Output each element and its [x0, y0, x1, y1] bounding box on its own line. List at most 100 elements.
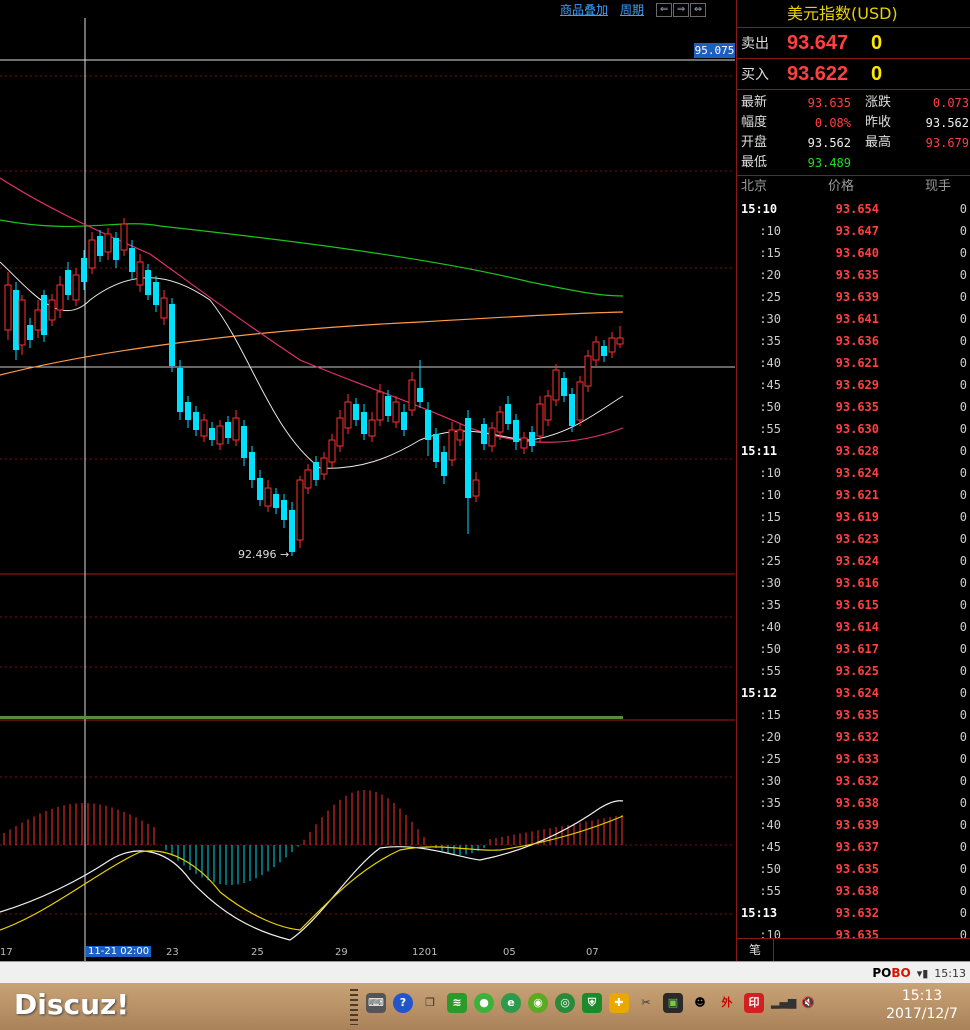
- nav-expand-icon[interactable]: ⇔: [690, 3, 707, 17]
- keyboard-icon[interactable]: ⌨: [366, 993, 386, 1013]
- tools-icon[interactable]: ✂: [636, 993, 656, 1013]
- window-icon[interactable]: ❐: [420, 993, 440, 1013]
- globe-icon[interactable]: ◎: [555, 993, 575, 1013]
- shield-icon[interactable]: ⛨: [582, 993, 602, 1013]
- overlay-button[interactable]: 商品叠加: [560, 1, 608, 18]
- tick-time: :25: [759, 554, 781, 568]
- tick-time: :20: [759, 532, 781, 546]
- tick-row[interactable]: :50 93.617 0: [737, 638, 970, 660]
- tick-row[interactable]: :35 93.638 0: [737, 792, 970, 814]
- candle-body: [465, 418, 471, 498]
- tick-row[interactable]: :45 93.629 0: [737, 374, 970, 396]
- tick-price: 93.624: [835, 686, 879, 700]
- tick-row[interactable]: :55 93.630 0: [737, 418, 970, 440]
- tick-row[interactable]: 15:13 93.632 0: [737, 902, 970, 924]
- tick-row[interactable]: :35 93.615 0: [737, 594, 970, 616]
- status-right: POBO ▾▮ 15:13: [872, 962, 966, 984]
- tick-row[interactable]: :20 93.632 0: [737, 726, 970, 748]
- tick-row[interactable]: :45 93.637 0: [737, 836, 970, 858]
- tick-row[interactable]: :40 93.639 0: [737, 814, 970, 836]
- qq-icon[interactable]: ☻: [690, 993, 710, 1013]
- tick-row[interactable]: :10 93.647 0: [737, 220, 970, 242]
- volume-muted-icon[interactable]: 🔇: [798, 993, 818, 1013]
- tick-row[interactable]: :35 93.636 0: [737, 330, 970, 352]
- high-value: 93.679: [925, 136, 969, 150]
- tick-row[interactable]: :10 93.624 0: [737, 462, 970, 484]
- open-value: 93.562: [807, 136, 851, 150]
- tick-price: 93.629: [835, 378, 879, 392]
- tab-ticks[interactable]: 笔: [737, 939, 774, 961]
- tick-time: :45: [759, 840, 781, 854]
- help-icon[interactable]: ?: [393, 993, 413, 1013]
- wechat-icon[interactable]: ●: [474, 993, 494, 1013]
- tick-row[interactable]: :15 93.635 0: [737, 704, 970, 726]
- period-button[interactable]: 周期: [620, 1, 644, 18]
- tick-price: 93.638: [835, 884, 879, 898]
- wifi-icon[interactable]: ≋: [447, 993, 467, 1013]
- tick-price: 93.636: [835, 334, 879, 348]
- tick-row[interactable]: :25 93.633 0: [737, 748, 970, 770]
- nav-left-icon[interactable]: ⇐: [656, 3, 673, 17]
- tick-price: 93.625: [835, 664, 879, 678]
- candle-body: [529, 432, 535, 446]
- tick-row[interactable]: :30 93.641 0: [737, 308, 970, 330]
- tick-volume: 0: [959, 752, 967, 766]
- candle-body: [232, 417, 240, 441]
- candle-body: [601, 346, 607, 356]
- candle-body: [496, 411, 504, 433]
- tick-price: 93.632: [835, 774, 879, 788]
- candle-body: [336, 417, 344, 447]
- tick-row[interactable]: :50 93.635 0: [737, 396, 970, 418]
- tick-list[interactable]: 15:10 93.654 0:10 93.647 0:15 93.640 0:20 93.63…: [737, 198, 970, 946]
- tick-row[interactable]: :55 93.625 0: [737, 660, 970, 682]
- candle-body: [608, 337, 616, 353]
- tick-volume: 0: [959, 730, 967, 744]
- tick-volume: 0: [959, 796, 967, 810]
- x-label: 05: [503, 947, 516, 958]
- candlestick-chart[interactable]: [0, 0, 735, 961]
- tick-row[interactable]: 15:11 93.628 0: [737, 440, 970, 462]
- print-icon[interactable]: 印: [744, 993, 764, 1013]
- tick-row[interactable]: :25 93.639 0: [737, 286, 970, 308]
- network-icon[interactable]: ▂▄▆: [771, 993, 796, 1013]
- ask-row[interactable]: 卖出 93.647 0: [737, 28, 970, 59]
- nav-right-icon[interactable]: ⇒: [673, 3, 690, 17]
- tick-row[interactable]: :15 93.619 0: [737, 506, 970, 528]
- candle-body: [209, 428, 215, 440]
- bid-row[interactable]: 买入 93.622 0: [737, 59, 970, 90]
- candle-body: [385, 396, 391, 416]
- candle-body: [169, 304, 175, 366]
- tick-row[interactable]: :55 93.638 0: [737, 880, 970, 902]
- tick-row[interactable]: 15:10 93.654 0: [737, 198, 970, 220]
- tick-row[interactable]: :30 93.632 0: [737, 770, 970, 792]
- tick-row[interactable]: :20 93.635 0: [737, 264, 970, 286]
- candle-body: [264, 487, 272, 507]
- browser-icon[interactable]: e: [501, 993, 521, 1013]
- tick-row[interactable]: :30 93.616 0: [737, 572, 970, 594]
- candle-body: [88, 239, 96, 269]
- tick-row[interactable]: :10 93.621 0: [737, 484, 970, 506]
- ball-icon[interactable]: ◉: [528, 993, 548, 1013]
- tick-row[interactable]: :50 93.635 0: [737, 858, 970, 880]
- tick-time: :55: [759, 664, 781, 678]
- taskbar-clock[interactable]: 15:13 2017/12/7: [878, 987, 966, 1023]
- taskbar-grip[interactable]: [350, 989, 358, 1025]
- tick-row[interactable]: :25 93.624 0: [737, 550, 970, 572]
- tick-row[interactable]: :40 93.614 0: [737, 616, 970, 638]
- candle-body: [552, 369, 560, 401]
- tick-time: :35: [759, 334, 781, 348]
- chart-area[interactable]: 商品叠加 周期 ⇐ ⇒ ⇔ 95.075 92.496 → 17 11-21 02:…: [0, 0, 735, 961]
- tick-row[interactable]: :20 93.623 0: [737, 528, 970, 550]
- x-label: 17: [0, 947, 13, 958]
- wai-icon[interactable]: 外: [717, 993, 737, 1013]
- tick-row[interactable]: 15:12 93.624 0: [737, 682, 970, 704]
- tick-row[interactable]: :40 93.621 0: [737, 352, 970, 374]
- tick-price: 93.633: [835, 752, 879, 766]
- nvidia-icon[interactable]: ▣: [663, 993, 683, 1013]
- candle-body: [18, 299, 26, 346]
- tick-time: :30: [759, 774, 781, 788]
- plus-icon[interactable]: ✚: [609, 993, 629, 1013]
- macd-dea-line: [0, 815, 624, 931]
- tick-row[interactable]: :15 93.640 0: [737, 242, 970, 264]
- discuz-watermark: Discuz!: [14, 988, 130, 1021]
